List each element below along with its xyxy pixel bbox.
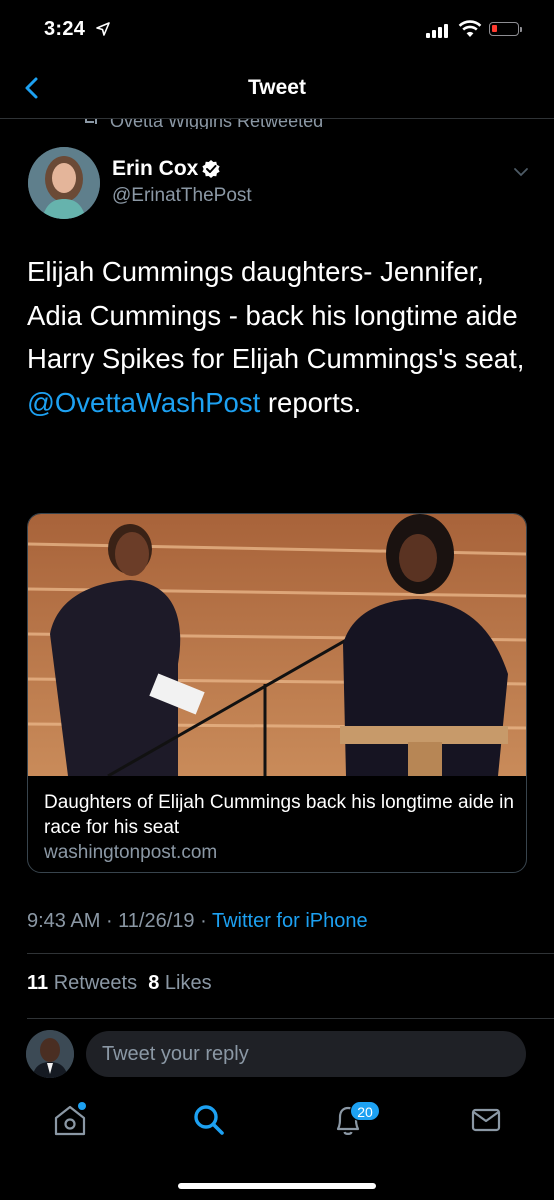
likes-stat[interactable]: 8 Likes xyxy=(148,972,211,994)
user-avatar[interactable] xyxy=(26,1030,74,1078)
search-icon[interactable] xyxy=(189,1100,229,1140)
link-card[interactable]: Daughters of Elijah Cummings back his lo… xyxy=(27,513,527,873)
home-notification-dot xyxy=(78,1102,86,1110)
page-title: Tweet xyxy=(248,76,306,99)
card-image xyxy=(28,514,526,776)
notifications-badge: 20 xyxy=(350,1101,380,1121)
author-avatar[interactable] xyxy=(28,147,100,219)
messages-icon[interactable] xyxy=(466,1100,506,1140)
tweet-text: Elijah Cummings daughters- Jennifer, Adi… xyxy=(27,250,532,424)
tweet-date: 11/26/19 xyxy=(118,910,195,932)
card-title: Daughters of Elijah Cummings back his lo… xyxy=(44,792,514,838)
card-domain: washingtonpost.com xyxy=(44,842,218,863)
engagement-stats: 11 Retweets 8 Likes xyxy=(27,972,212,995)
location-arrow-icon xyxy=(96,22,110,36)
home-indicator[interactable] xyxy=(178,1183,376,1189)
battery-icon xyxy=(489,22,522,36)
retweets-stat[interactable]: 11 Retweets xyxy=(27,972,137,994)
cellular-signal-icon xyxy=(426,24,448,38)
retweets-count: 11 xyxy=(27,972,49,994)
meta-separator: · xyxy=(100,910,119,932)
divider xyxy=(27,953,554,954)
meta-separator: · xyxy=(194,910,212,932)
likes-count: 8 xyxy=(148,972,160,994)
chevron-down-icon[interactable] xyxy=(512,166,530,178)
status-time: 3:24 xyxy=(44,18,86,40)
tweet-meta: 9:43 AM · 11/26/19 · Twitter for iPhone xyxy=(27,910,368,933)
author-handle[interactable]: @ErinatThePost xyxy=(112,185,252,207)
retweets-label: Retweets xyxy=(53,972,138,994)
retweet-header[interactable]: Ovetta Wiggins Retweeted xyxy=(0,119,554,129)
retweet-icon xyxy=(85,119,97,124)
tweet-text-part: Elijah Cummings daughters- Jennifer, Adi… xyxy=(27,256,525,374)
reply-input[interactable]: Tweet your reply xyxy=(86,1031,526,1077)
divider xyxy=(27,1018,554,1019)
tweet-text-part: reports. xyxy=(260,386,362,418)
tweet-time: 9:43 AM xyxy=(27,910,101,932)
wifi-icon xyxy=(458,20,482,37)
likes-label: Likes xyxy=(164,972,212,994)
retweeted-by-text: Ovetta Wiggins Retweeted xyxy=(110,119,324,129)
tweet-source-link[interactable]: Twitter for iPhone xyxy=(212,910,368,932)
mention-link[interactable]: @OvettaWashPost xyxy=(27,387,260,418)
verified-badge-icon xyxy=(202,160,220,178)
author-name[interactable]: Erin Cox xyxy=(112,157,198,181)
